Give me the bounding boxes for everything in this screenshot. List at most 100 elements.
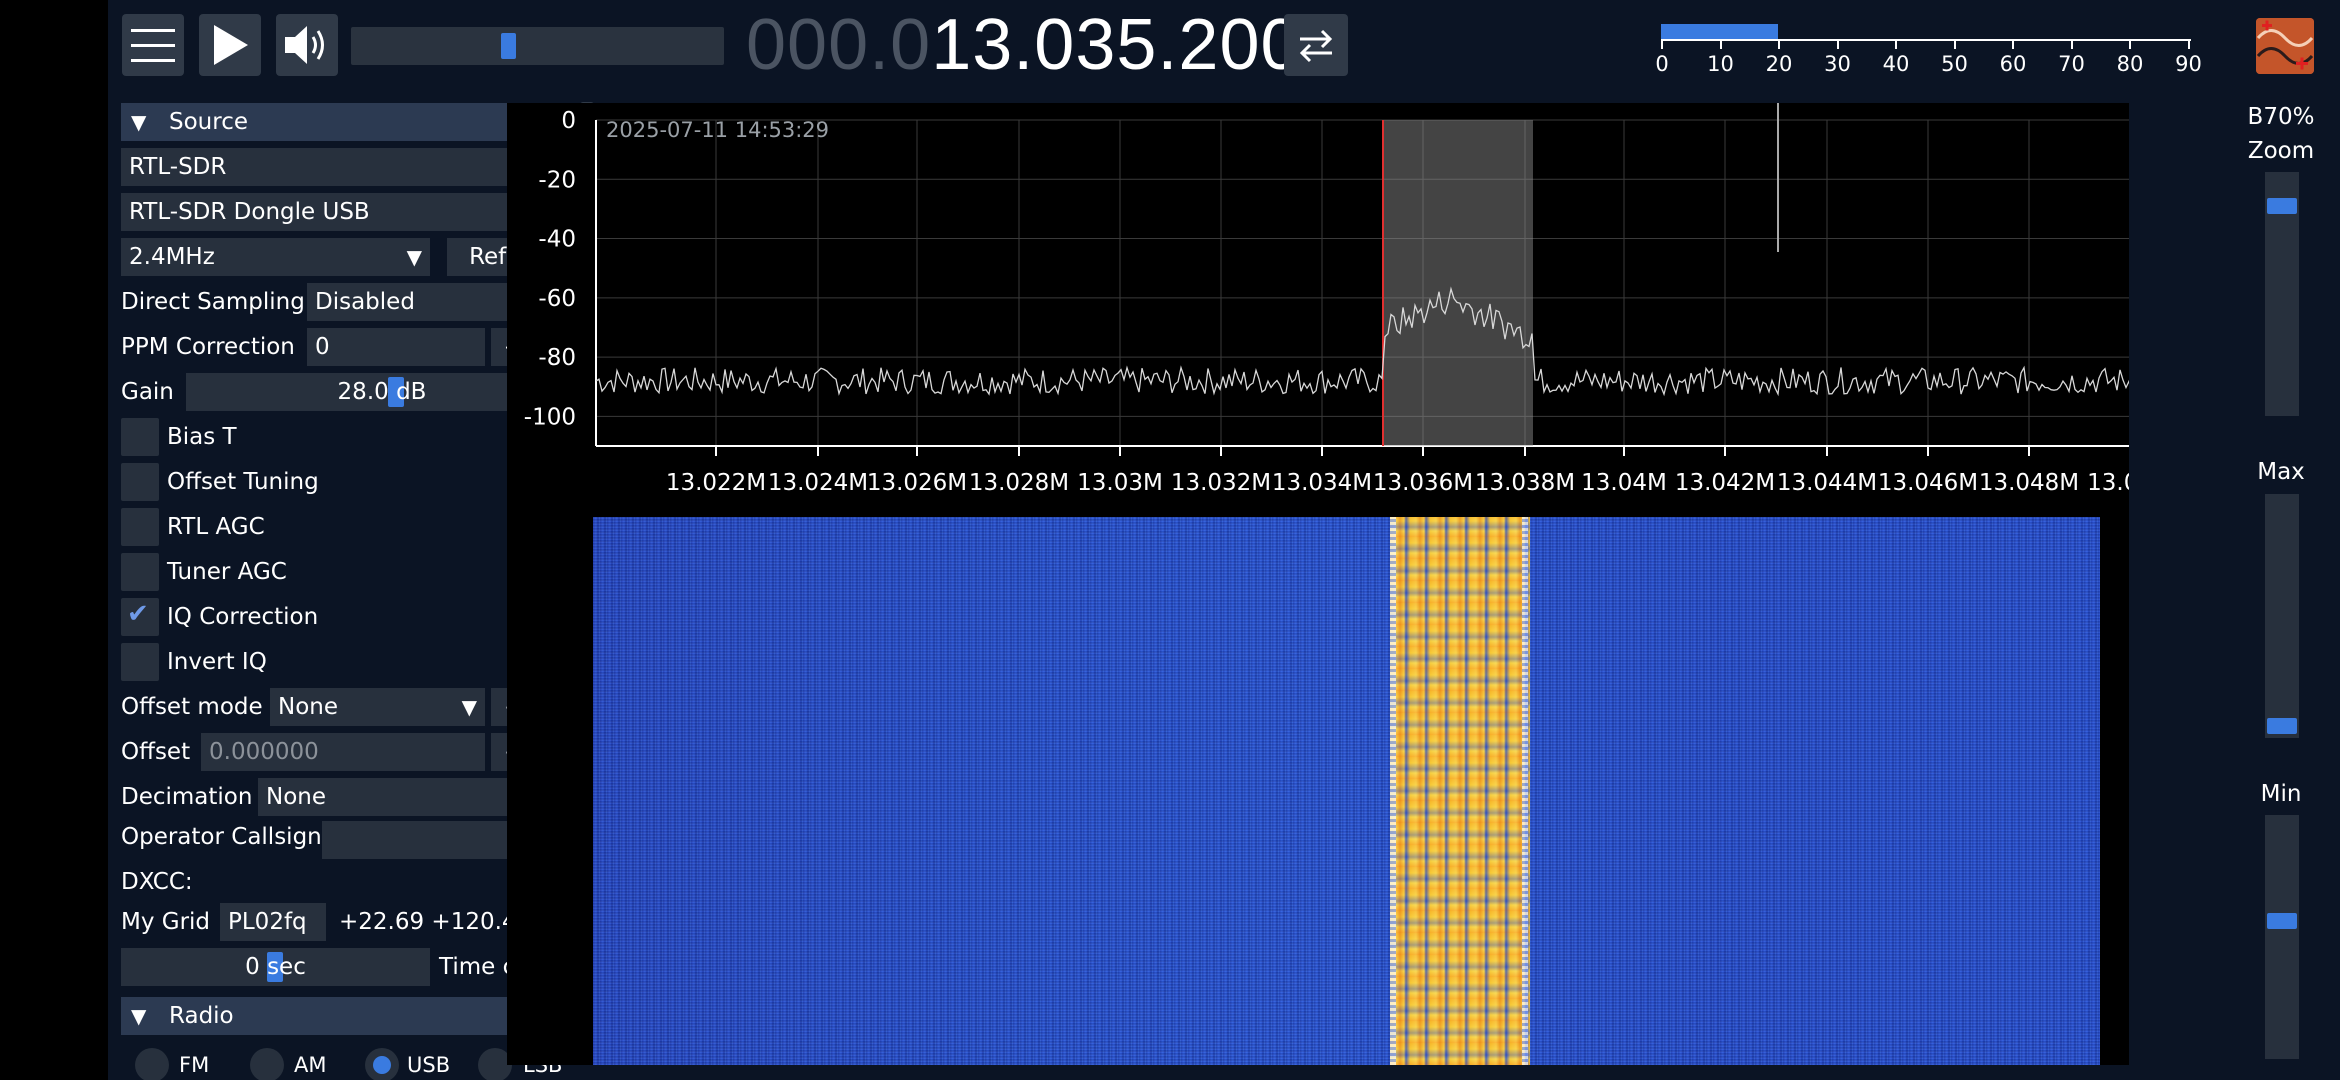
bandwidth-label: B70% — [2247, 104, 2315, 130]
app-logo[interactable] — [2256, 18, 2314, 74]
ppm-correction-input[interactable]: 0 — [307, 328, 485, 366]
bias-t-label: Bias T — [167, 424, 237, 450]
device-select-value: RTL-SDR — [129, 154, 227, 180]
ppm-correction-label: PPM Correction — [121, 334, 295, 360]
play-icon — [214, 25, 248, 65]
fft-x-tick-label: 13.026M — [867, 470, 967, 496]
mode-am-radio[interactable] — [250, 1048, 284, 1080]
max-label: Max — [2257, 459, 2305, 485]
snr-meter-tick-label: 70 — [2058, 52, 2085, 76]
snr-meter: 0 10 20 30 40 50 60 70 80 90 — [1655, 18, 2221, 82]
fft-x-tick-label: 13.04M — [1581, 470, 1667, 496]
collapse-triangle-icon: ▼ — [131, 110, 147, 134]
min-slider[interactable] — [2265, 815, 2299, 1059]
fft-x-tick-label: 13.022M — [666, 470, 766, 496]
fft-x-tick-label: 13.046M — [1878, 470, 1978, 496]
snr-meter-tick-label: 60 — [1999, 52, 2027, 76]
frequency-active-digits: 13.035.200 — [931, 5, 1302, 85]
decimation-label: Decimation — [121, 784, 253, 810]
time-correction-value: 0 sec — [245, 954, 306, 980]
snr-meter-tick-label: 50 — [1941, 52, 1968, 76]
ppm-correction-value: 0 — [315, 334, 330, 360]
snr-meter-tick-label: 10 — [1707, 52, 1734, 76]
zoom-slider[interactable] — [2265, 172, 2299, 416]
grid-coordinates: +22.69 +120.46 — [339, 909, 532, 935]
fft-y-tick-label: 0 — [561, 108, 576, 134]
snr-meter-tick — [1719, 39, 1722, 49]
min-slider-thumb[interactable] — [2267, 913, 2297, 929]
dxcc-label: DXCC: — [121, 869, 193, 895]
offset-input[interactable]: 0.000000 — [201, 733, 485, 771]
mode-usb-label: USB — [407, 1053, 451, 1077]
zoom-label: Zoom — [2247, 138, 2315, 164]
snr-meter-axis — [1661, 39, 2191, 41]
time-correction-slider[interactable]: 0 sec — [121, 948, 430, 986]
invert-iq-checkbox[interactable] — [121, 643, 159, 681]
offset-tuning-checkbox[interactable] — [121, 463, 159, 501]
invert-iq-label: Invert IQ — [167, 649, 267, 675]
fft-x-tick-label: 13.024M — [768, 470, 868, 496]
bias-t-checkbox[interactable] — [121, 418, 159, 456]
iq-correction-label: IQ Correction — [167, 604, 319, 630]
gain-label: Gain — [121, 379, 174, 405]
fft-x-tick-label: 13.05M — [2087, 470, 2129, 496]
tuner-agc-label: Tuner AGC — [167, 559, 287, 585]
mode-fm-label: FM — [179, 1053, 210, 1077]
iq-correction-checkbox[interactable]: ✔ — [121, 598, 159, 636]
offset-label: Offset — [121, 739, 191, 765]
my-grid-label: My Grid — [121, 909, 211, 935]
snr-meter-tick — [1836, 39, 1839, 49]
play-button[interactable] — [199, 14, 261, 76]
my-grid-value: PL02fq — [228, 909, 307, 935]
mode-usb-radio[interactable] — [365, 1048, 399, 1080]
tuner-agc-checkbox[interactable] — [121, 553, 159, 591]
sample-rate-select[interactable]: 2.4MHz ▼ — [121, 238, 430, 276]
fft-x-tick-label: 13.048M — [1979, 470, 2079, 496]
speaker-icon — [285, 26, 324, 64]
swap-button[interactable] — [1284, 14, 1348, 76]
fft-spectrum[interactable]: 0 -20 -40 -60 -80 -100 13.022M 13.024M 13.026M 13… — [507, 103, 2129, 517]
snr-meter-tick — [1661, 39, 1663, 49]
waterfall-signal-edge — [1390, 517, 1396, 1065]
dongle-select-value: RTL-SDR Dongle USB — [129, 199, 370, 225]
fft-x-tick-label: 13.034M — [1272, 470, 1372, 496]
waterfall-signal-band — [1390, 517, 1530, 1065]
direct-sampling-value: Disabled — [315, 289, 415, 315]
fft-y-tick-label: -80 — [538, 345, 576, 371]
fft-y-tick-label: -60 — [538, 286, 576, 312]
sample-rate-value: 2.4MHz — [129, 244, 215, 270]
snr-meter-tick — [2012, 39, 2014, 49]
frequency-display[interactable]: 000.013.035.200 — [746, 4, 1302, 85]
offset-mode-label: Offset mode — [121, 694, 263, 720]
dropdown-arrow-icon: ▼ — [406, 245, 422, 269]
snr-meter-tick — [1953, 39, 1956, 49]
snr-meter-tick-label: 80 — [2116, 52, 2144, 76]
mute-button[interactable] — [276, 14, 338, 76]
fft-x-tick-label: 13.038M — [1475, 470, 1575, 496]
zoom-slider-thumb[interactable] — [2267, 198, 2297, 214]
min-label: Min — [2260, 781, 2302, 807]
frequency-leading-digits: 000.0 — [746, 5, 932, 85]
max-slider[interactable] — [2265, 494, 2299, 738]
max-slider-thumb[interactable] — [2267, 718, 2297, 734]
rtl-agc-label: RTL AGC — [167, 514, 265, 540]
radio-section-label: Radio — [169, 1003, 234, 1029]
decimation-value: None — [266, 784, 327, 810]
waterfall-display[interactable] — [593, 517, 2100, 1065]
rtl-agc-checkbox[interactable] — [121, 508, 159, 546]
fft-plot[interactable]: 0-20-40-60-80-10013.022M 13.024M13.026M 13… — [507, 103, 2129, 517]
my-grid-input[interactable]: PL02fq — [220, 903, 326, 941]
snr-meter-tick — [1778, 39, 1780, 49]
fft-x-tick-label: 13.032M — [1171, 470, 1271, 496]
offset-mode-select[interactable]: None ▼ — [270, 688, 485, 726]
volume-slider-thumb[interactable] — [501, 33, 516, 59]
offset-value: 0.000000 — [209, 739, 319, 765]
offset-tuning-label: Offset Tuning — [167, 469, 319, 495]
volume-slider[interactable] — [351, 27, 724, 65]
menu-button[interactable] — [122, 14, 184, 76]
dropdown-arrow-icon: ▼ — [461, 695, 477, 719]
snr-meter-tick-label: 40 — [1882, 52, 1910, 76]
snr-meter-tick-label: 20 — [1765, 52, 1793, 76]
mode-fm-radio[interactable] — [135, 1048, 169, 1080]
fft-x-tick-label: 13.036M — [1373, 470, 1473, 496]
